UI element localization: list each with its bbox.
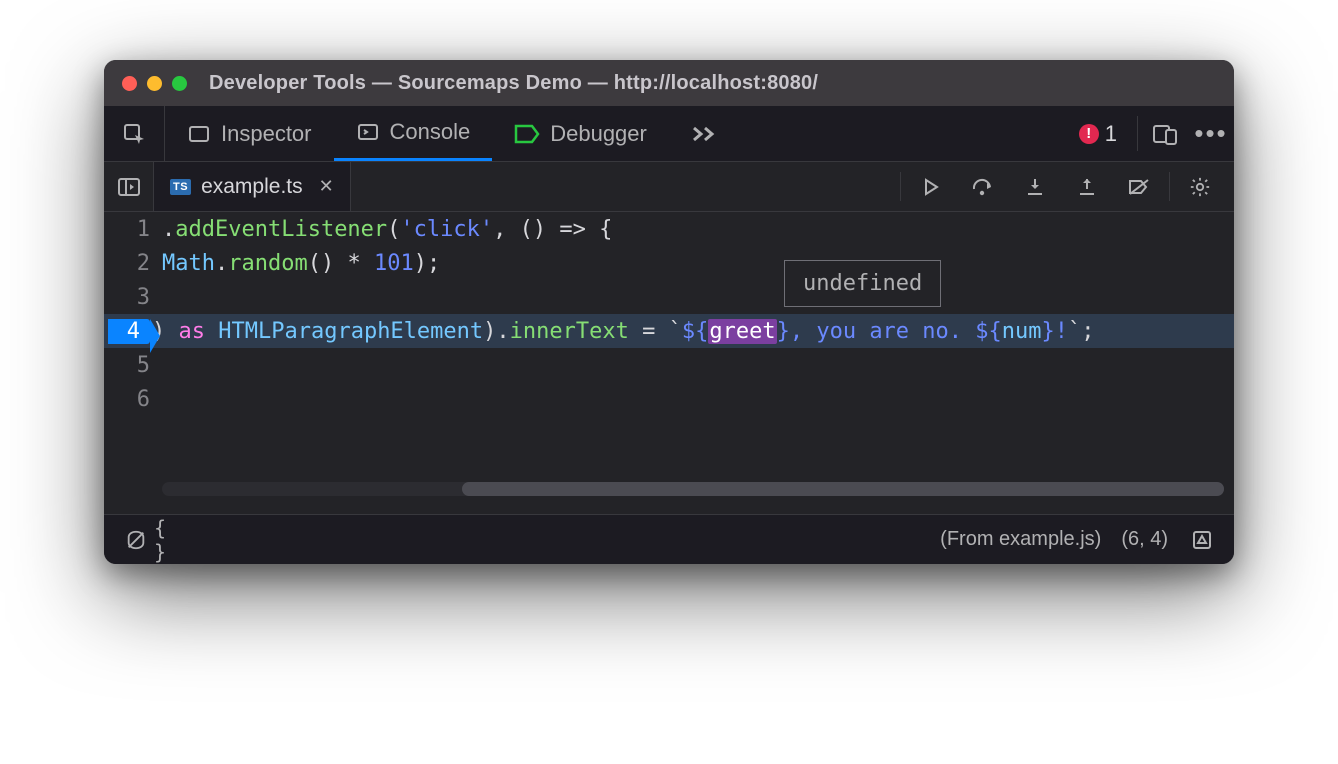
zoom-window-button[interactable] xyxy=(172,76,187,91)
toggle-sources-pane-button[interactable] xyxy=(104,162,154,211)
code-line-current: 4 ) as HTMLParagraphElement).innerText =… xyxy=(104,314,1234,348)
line-number[interactable]: 5 xyxy=(104,353,162,378)
close-window-button[interactable] xyxy=(122,76,137,91)
overflow-tabs-button[interactable] xyxy=(669,106,739,161)
kebab-menu-button[interactable]: ••• xyxy=(1188,106,1234,161)
code-editor[interactable]: 1 .addEventListener('click', () => { 2 M… xyxy=(104,212,1234,514)
pretty-print-button[interactable]: { } xyxy=(154,516,190,564)
debugger-icon xyxy=(514,123,540,145)
traffic-lights xyxy=(122,76,187,91)
error-count: 1 xyxy=(1105,121,1117,147)
debugger-tab[interactable]: Debugger xyxy=(492,106,669,161)
step-over-button[interactable] xyxy=(957,177,1009,197)
resume-button[interactable] xyxy=(905,177,957,197)
devtools-toolbar: Inspector Console Debugger ! 1 ••• xyxy=(104,106,1234,162)
minimize-window-button[interactable] xyxy=(147,76,162,91)
console-tab[interactable]: Console xyxy=(334,106,493,161)
inspector-label: Inspector xyxy=(221,121,312,147)
code-line: 1 .addEventListener('click', () => { xyxy=(104,212,1234,246)
deactivate-breakpoints-button[interactable] xyxy=(1113,177,1165,197)
line-number[interactable]: 6 xyxy=(104,387,162,412)
devtools-window: Developer Tools — Sourcemaps Demo — http… xyxy=(104,60,1234,564)
console-label: Console xyxy=(390,119,471,145)
inspector-icon xyxy=(187,122,211,146)
line-number[interactable]: 3 xyxy=(104,285,162,310)
code-line: 5 xyxy=(104,348,1234,382)
cursor-position: (6, 4) xyxy=(1121,528,1168,551)
line-number-current[interactable]: 4 xyxy=(108,319,150,344)
titlebar: Developer Tools — Sourcemaps Demo — http… xyxy=(104,60,1234,106)
window-title: Developer Tools — Sourcemaps Demo — http… xyxy=(209,72,818,95)
step-in-button[interactable] xyxy=(1009,176,1061,198)
source-map-toggle-button[interactable] xyxy=(1184,529,1220,551)
file-tab-example-ts[interactable]: TS example.ts ✕ xyxy=(154,162,351,211)
debugger-label: Debugger xyxy=(550,121,647,147)
responsive-design-button[interactable] xyxy=(1142,106,1188,161)
source-map-origin: (From example.js) xyxy=(940,528,1101,551)
scrollbar-thumb[interactable] xyxy=(462,482,1224,496)
close-tab-button[interactable]: ✕ xyxy=(319,176,334,197)
blackbox-icon[interactable] xyxy=(118,529,154,551)
pick-element-button[interactable] xyxy=(104,106,165,161)
inspector-tab[interactable]: Inspector xyxy=(165,106,334,161)
line-number[interactable]: 1 xyxy=(104,217,162,242)
filename-label: example.ts xyxy=(201,175,303,199)
error-count-badge[interactable]: ! 1 xyxy=(1063,106,1133,161)
error-icon: ! xyxy=(1079,124,1099,144)
typescript-badge-icon: TS xyxy=(170,179,191,195)
horizontal-scrollbar[interactable] xyxy=(162,482,1224,496)
console-icon xyxy=(356,120,380,144)
line-number[interactable]: 2 xyxy=(104,251,162,276)
code-line: 2 Math.random() * 101); xyxy=(104,246,1234,280)
code-line: 3 xyxy=(104,280,1234,314)
code-line: 6 xyxy=(104,382,1234,416)
statusbar: { } (From example.js) (6, 4) xyxy=(104,514,1234,564)
file-tab-bar: TS example.ts ✕ xyxy=(104,162,1234,212)
debugger-settings-button[interactable] xyxy=(1174,176,1226,198)
value-tooltip: undefined xyxy=(784,260,941,307)
debugger-controls xyxy=(896,162,1234,211)
step-out-button[interactable] xyxy=(1061,176,1113,198)
